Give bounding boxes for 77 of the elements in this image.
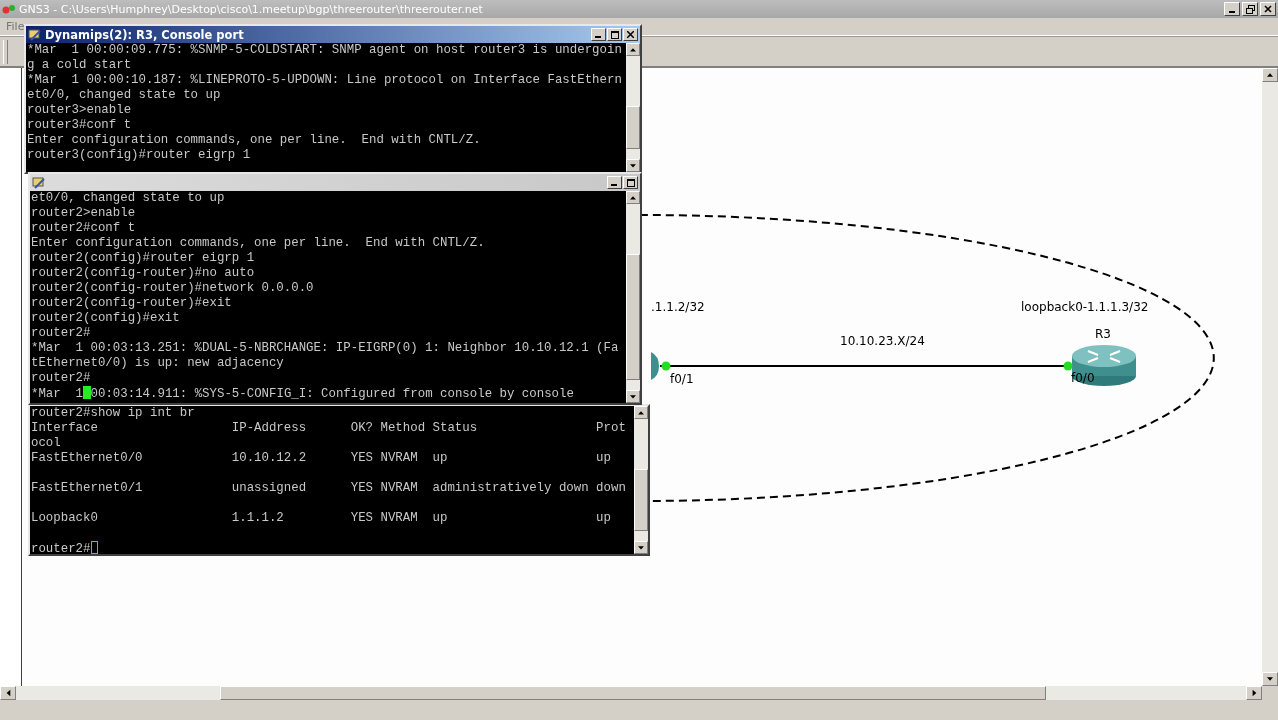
menu-item[interactable]: File bbox=[4, 20, 27, 33]
scroll-thumb[interactable] bbox=[220, 686, 1046, 700]
port-dot[interactable] bbox=[661, 361, 671, 371]
scroll-up-icon[interactable] bbox=[1262, 68, 1278, 82]
console-icon bbox=[28, 28, 42, 41]
console-line: router2>enable bbox=[31, 206, 137, 221]
console-title: Dynamips(2): R3, Console port bbox=[45, 27, 244, 42]
console-line: router2(config-router)#network 0.0.0.0 bbox=[31, 281, 315, 296]
console-line: router2#show ip int br bbox=[31, 406, 196, 421]
console-line: router3#conf t bbox=[27, 118, 133, 133]
restore-icon bbox=[1245, 4, 1255, 14]
app-icon bbox=[2, 3, 16, 15]
console-line: router2(config-router)#no auto bbox=[31, 266, 256, 281]
port-label: f0/1 bbox=[670, 372, 694, 386]
window-title: GNS3 - C:\Users\Humphrey\Desktop\cisco\1.meetup\bgp\threerouter\threerouter.net bbox=[19, 2, 483, 16]
scroll-up-icon[interactable] bbox=[634, 406, 648, 419]
console-line: FastEthernet0/1 unassigned YES NVRAM administratively down down bbox=[31, 481, 627, 496]
console-line: ocol bbox=[31, 436, 62, 451]
scroll-up-icon[interactable] bbox=[626, 191, 640, 204]
console-icon bbox=[32, 176, 46, 189]
console-line: Enter configuration commands, one per line. End with CNTL/Z. bbox=[27, 133, 482, 148]
horizontal-scrollbar[interactable] bbox=[0, 686, 1262, 700]
router-icon[interactable] bbox=[1072, 345, 1136, 386]
vertical-scrollbar[interactable] bbox=[634, 406, 648, 554]
scroll-up-icon[interactable] bbox=[626, 43, 640, 56]
console-line: *Mar 1 00:00:09.775: %SNMP-5-COLDSTART: SNMP agent on host router3 is undergoin bbox=[27, 43, 623, 58]
console-line: router3(config)#router eigrp 1 bbox=[27, 148, 252, 163]
scroll-thumb[interactable] bbox=[634, 469, 648, 531]
maximize-icon bbox=[626, 178, 635, 187]
console-line: Enter configuration commands, one per line. End with CNTL/Z. bbox=[31, 236, 486, 251]
vertical-scrollbar[interactable] bbox=[1262, 68, 1278, 686]
minimize-button[interactable] bbox=[591, 28, 606, 41]
scroll-thumb[interactable] bbox=[626, 106, 640, 149]
console-line: router2(config)#router eigrp 1 bbox=[31, 251, 256, 266]
console-line: router2# bbox=[31, 542, 91, 554]
console-line: router3>enable bbox=[27, 103, 133, 118]
maximize-button[interactable] bbox=[607, 28, 622, 41]
vertical-scrollbar[interactable] bbox=[626, 191, 640, 403]
scroll-down-icon[interactable] bbox=[626, 390, 640, 403]
toolbar-grip[interactable] bbox=[3, 39, 8, 64]
scroll-down-icon[interactable] bbox=[634, 541, 648, 554]
console-line: router2(config)#exit bbox=[31, 311, 181, 326]
minimize-button[interactable] bbox=[607, 176, 622, 189]
close-icon bbox=[1264, 5, 1272, 13]
scroll-right-icon[interactable] bbox=[1246, 686, 1262, 700]
minimize-button[interactable] bbox=[1224, 2, 1240, 16]
console-line: *Mar 1 bbox=[31, 387, 84, 401]
console-line: Interface IP-Address OK? Method Status Prot bbox=[31, 421, 627, 436]
console-line: FastEthernet0/0 10.10.12.2 YES NVRAM up up bbox=[31, 451, 612, 466]
loopback-label: loopback0-1.1.1.3/32 bbox=[1021, 300, 1149, 314]
console-line: router2# bbox=[31, 326, 92, 341]
console-line: *Mar 1 00:00:10.187: %LINEPROTO-5-UPDOWN: Line protocol on Interface FastEthern bbox=[27, 73, 623, 88]
console-line: et0/0, changed state to up bbox=[27, 88, 222, 103]
close-button[interactable] bbox=[623, 28, 638, 41]
restore-button[interactable] bbox=[1242, 2, 1258, 16]
maximize-icon bbox=[610, 30, 619, 39]
vertical-scrollbar[interactable] bbox=[626, 43, 640, 172]
maximize-button[interactable] bbox=[623, 176, 638, 189]
console-line: Loopback0 1.1.1.2 YES NVRAM up up bbox=[31, 511, 612, 526]
console-line: tEthernet0/0) is up: new adjacency bbox=[31, 356, 285, 371]
router-label: R3 bbox=[1095, 327, 1111, 341]
scroll-down-icon[interactable] bbox=[1262, 672, 1278, 686]
scroll-thumb[interactable] bbox=[626, 254, 640, 380]
console-line: router2#conf t bbox=[31, 221, 137, 236]
link-label: 10.10.23.X/24 bbox=[840, 334, 925, 348]
console-line: router2# bbox=[31, 371, 92, 386]
loopback-label: .1.1.2/32 bbox=[651, 300, 705, 314]
port-dot[interactable] bbox=[1063, 361, 1073, 371]
close-icon bbox=[627, 31, 634, 38]
console-line: router2(config-router)#exit bbox=[31, 296, 233, 311]
scroll-down-icon[interactable] bbox=[626, 159, 640, 172]
console-line: 00:03:14.911: %SYS-5-CONFIG_I: Configured from console by console bbox=[90, 387, 574, 401]
close-button[interactable] bbox=[1260, 2, 1276, 16]
console-line: et0/0, changed state to up bbox=[31, 191, 226, 206]
console-line: *Mar 1 00:03:13.251: %DUAL-5-NBRCHANGE: IP-EIGRP(0) 1: Neighbor 10.10.12.1 (Fa bbox=[31, 341, 620, 356]
console-line: g a cold start bbox=[27, 58, 133, 73]
scroll-left-icon[interactable] bbox=[0, 686, 16, 700]
